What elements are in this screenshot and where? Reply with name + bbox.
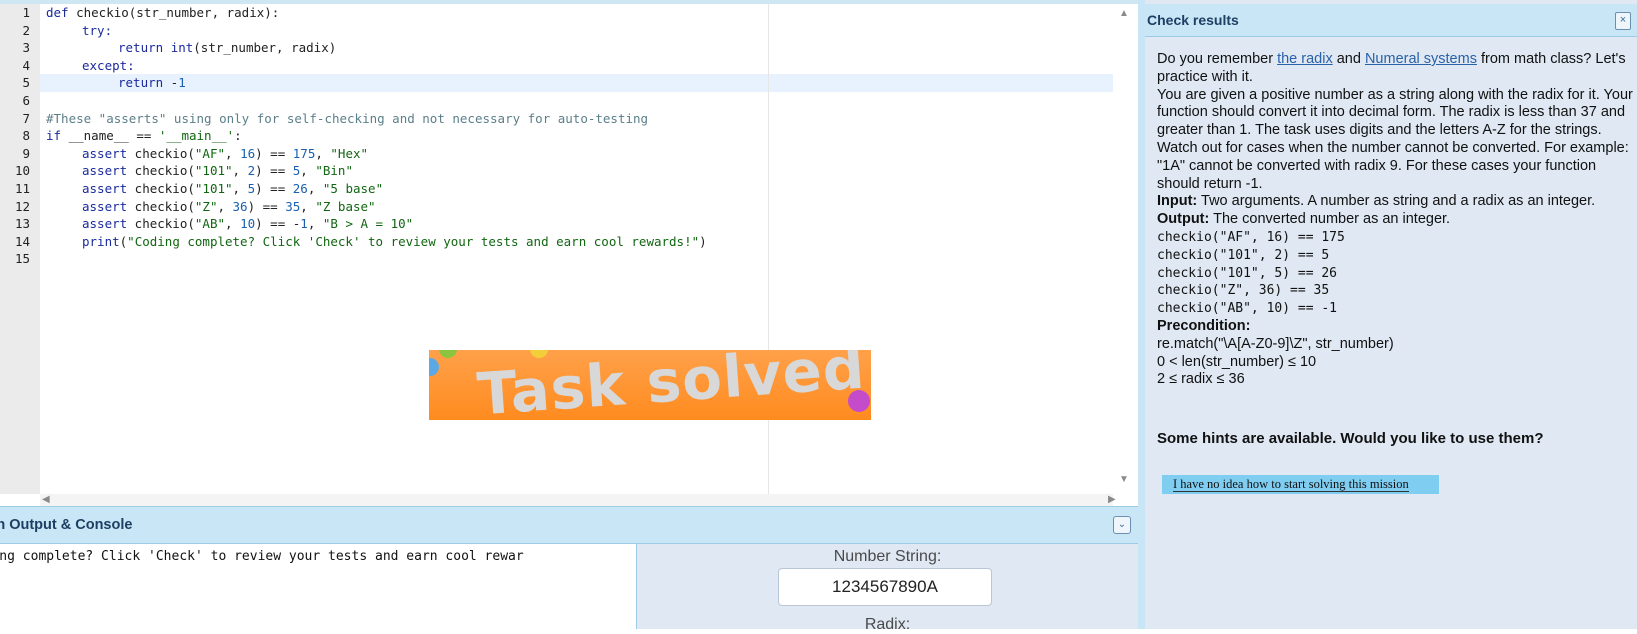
mission-description: Do you remember the radix and Numeral sy… xyxy=(1157,51,1635,389)
code-line-11[interactable]: assert checkio("101", 5) == 26, "5 base" xyxy=(82,180,383,198)
print-margin xyxy=(768,4,769,494)
numeral-systems-link[interactable]: Numeral systems xyxy=(1365,51,1477,67)
precondition-line: 0 < len(str_number) ≤ 10 xyxy=(1157,353,1317,370)
scroll-right-icon[interactable]: ▶ xyxy=(1108,494,1116,505)
line-number: 4 xyxy=(22,57,30,73)
check-results-header: Check results × xyxy=(1145,4,1637,37)
console-title: Run Output & Console xyxy=(0,517,133,533)
code-line-1[interactable]: def checkio(str_number, radix): xyxy=(46,4,279,22)
code-line-12[interactable]: assert checkio("Z", 36) == 35, "Z base" xyxy=(82,198,376,216)
number-string-input[interactable]: 1234567890A xyxy=(778,568,992,606)
intro-paragraph: Do you remember the radix and Numeral sy… xyxy=(1157,51,1626,85)
panel-divider[interactable] xyxy=(1138,0,1145,629)
scroll-up-icon[interactable]: ▲ xyxy=(1119,8,1129,19)
line-number: 3 xyxy=(22,40,30,56)
line-number: 2 xyxy=(22,22,30,38)
input-form-panel: Number String: 1234567890A Radix: xyxy=(637,544,1138,633)
code-line-8[interactable]: if __name__ == '__main__': xyxy=(46,127,242,145)
example-line: checkio("Z", 36) == 35 xyxy=(1157,283,1330,299)
line-number: 6 xyxy=(22,93,30,108)
hint-button-label: I have no idea how to start solving this… xyxy=(1173,477,1409,492)
example-line: checkio("AF", 16) == 175 xyxy=(1157,229,1345,245)
line-number-gutter: 1 2 3 4 5 6 7 8 9 10 11 12 13 14 15 xyxy=(0,4,40,494)
radix-link[interactable]: the radix xyxy=(1277,51,1333,67)
code-line-3[interactable]: return int(str_number, radix) xyxy=(118,39,336,57)
blue-ball-icon xyxy=(429,358,439,376)
line-number: 1 xyxy=(22,5,30,20)
task-solved-banner: Task solved! xyxy=(429,350,871,420)
description-paragraph: You are given a positive number as a str… xyxy=(1157,86,1633,139)
example-line: checkio("AB", 10) == -1 xyxy=(1157,301,1338,317)
check-results-title: Check results xyxy=(1147,12,1239,28)
green-ball-icon xyxy=(439,350,457,358)
line-number: 15 xyxy=(14,251,30,267)
code-line-10[interactable]: assert checkio("101", 2) == 5, "Bin" xyxy=(82,162,353,180)
input-spec: Input: Two arguments. A number as string… xyxy=(1157,193,1596,210)
line-number: 7 xyxy=(22,110,30,126)
line-number: 12 xyxy=(14,198,30,214)
purple-ball-icon xyxy=(848,390,870,412)
code-line-2[interactable]: try: xyxy=(82,22,112,40)
line-number: 10 xyxy=(14,163,30,179)
code-line-13[interactable]: assert checkio("AB", 10) == -1, "B > A =… xyxy=(82,215,413,233)
chevron-double-down-icon[interactable]: ⌄ xyxy=(1113,516,1131,534)
code-line-9[interactable]: assert checkio("AF", 16) == 175, "Hex" xyxy=(82,145,368,163)
active-line-highlight xyxy=(40,74,1113,92)
warning-paragraph: Watch out for cases when the number cann… xyxy=(1157,139,1629,192)
code-line-14[interactable]: print("Coding complete? Click 'Check' to… xyxy=(82,233,707,251)
scroll-left-icon[interactable]: ◀ xyxy=(42,494,50,505)
console-output: Coding complete? Click 'Check' to review… xyxy=(0,544,637,629)
line-number: 8 xyxy=(22,128,30,144)
vertical-scrollbar[interactable]: ▲ ▼ xyxy=(1116,4,1132,494)
line-number: 9 xyxy=(22,145,30,161)
hints-prompt: Some hints are available. Would you like… xyxy=(1157,430,1544,447)
example-line: checkio("101", 5) == 26 xyxy=(1157,265,1338,281)
code-line-4[interactable]: except: xyxy=(82,57,135,75)
radix-label: Radix: xyxy=(864,616,911,633)
console-header: Run Output & Console ⌄ xyxy=(0,506,1138,544)
console-output-text: Coding complete? Click 'Check' to review… xyxy=(0,549,524,564)
hint-button[interactable]: I have no idea how to start solving this… xyxy=(1162,475,1439,494)
banner-text: Task solved! xyxy=(475,350,871,420)
code-line-7[interactable]: #These "asserts" using only for self-che… xyxy=(46,110,648,128)
code-editor[interactable]: 1 2 3 4 5 6 7 8 9 10 11 12 13 14 15 def … xyxy=(0,4,1139,506)
line-number: 11 xyxy=(14,181,30,196)
example-line: checkio("101", 2) == 5 xyxy=(1157,247,1330,263)
precondition-line: re.match("\A[A-Z0-9]\Z", str_number) xyxy=(1157,335,1394,352)
scroll-down-icon[interactable]: ▼ xyxy=(1119,474,1129,485)
line-number: 5 xyxy=(22,75,30,91)
precondition-line: 2 ≤ radix ≤ 36 xyxy=(1157,371,1245,388)
number-string-label: Number String: xyxy=(833,548,942,565)
precondition-heading: Precondition: xyxy=(1157,317,1251,334)
close-icon[interactable]: × xyxy=(1615,12,1631,30)
line-number: 14 xyxy=(14,233,30,249)
output-spec: Output: The converted number as an integ… xyxy=(1157,211,1451,228)
check-results-panel: Check results × Do you remember the radi… xyxy=(1145,0,1637,629)
code-line-5[interactable]: return -1 xyxy=(118,74,186,92)
line-number: 13 xyxy=(14,216,30,232)
horizontal-scrollbar[interactable]: ◀ ▶ xyxy=(40,494,1116,506)
